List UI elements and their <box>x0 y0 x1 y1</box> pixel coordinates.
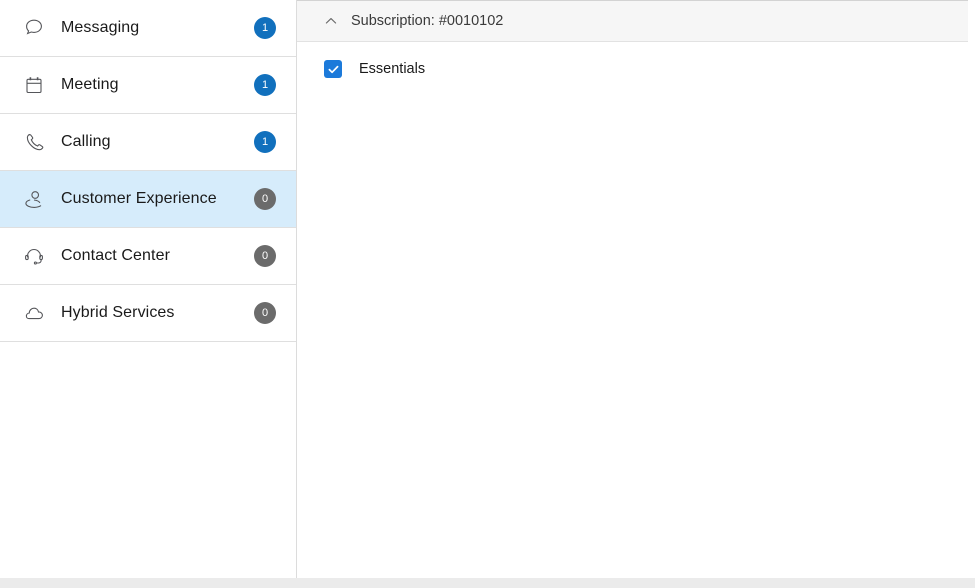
services-sidebar: Messaging 1 Meeting 1 Calling 1 Customer… <box>0 0 297 578</box>
option-label: Essentials <box>359 61 426 77</box>
sidebar-item-label: Calling <box>61 133 111 150</box>
essentials-checkbox[interactable] <box>324 60 342 78</box>
sidebar-item-meeting[interactable]: Meeting 1 <box>0 57 296 114</box>
sidebar-item-label: Meeting <box>61 76 119 93</box>
headset-icon <box>18 240 50 272</box>
sidebar-item-label: Messaging <box>61 19 140 36</box>
status-badge: 1 <box>254 74 276 96</box>
subscription-header[interactable]: Subscription: #0010102 <box>297 0 968 42</box>
sidebar-item-label: Customer Experience <box>61 190 217 207</box>
cloud-icon <box>18 297 50 329</box>
status-badge: 0 <box>254 302 276 324</box>
user-person-icon <box>18 183 50 215</box>
chevron-up-icon[interactable] <box>323 13 339 29</box>
subscription-detail-panel: Subscription: #0010102 Essentials <box>297 0 975 578</box>
status-badge: 1 <box>254 17 276 39</box>
option-row-essentials[interactable]: Essentials <box>297 56 975 82</box>
footer-strip <box>0 578 975 588</box>
phone-handset-icon <box>18 126 50 158</box>
subscription-options-list: Essentials <box>297 42 975 82</box>
sidebar-list: Messaging 1 Meeting 1 Calling 1 Customer… <box>0 0 296 342</box>
sidebar-item-messaging[interactable]: Messaging 1 <box>0 0 296 57</box>
page-title: Subscription: #0010102 <box>351 13 504 29</box>
calendar-icon <box>18 69 50 101</box>
sidebar-item-label: Hybrid Services <box>61 304 175 321</box>
sidebar-item-label: Contact Center <box>61 247 171 264</box>
subscription-services-screen: Messaging 1 Meeting 1 Calling 1 Customer… <box>0 0 975 588</box>
message-bubble-icon <box>18 12 50 44</box>
status-badge: 0 <box>254 245 276 267</box>
status-badge: 0 <box>254 188 276 210</box>
sidebar-item-contact-center[interactable]: Contact Center 0 <box>0 228 296 285</box>
status-badge: 1 <box>254 131 276 153</box>
sidebar-item-hybrid-services[interactable]: Hybrid Services 0 <box>0 285 296 342</box>
content-area: Messaging 1 Meeting 1 Calling 1 Customer… <box>0 0 975 578</box>
sidebar-item-calling[interactable]: Calling 1 <box>0 114 296 171</box>
sidebar-item-customer-experience[interactable]: Customer Experience 0 <box>0 171 296 228</box>
